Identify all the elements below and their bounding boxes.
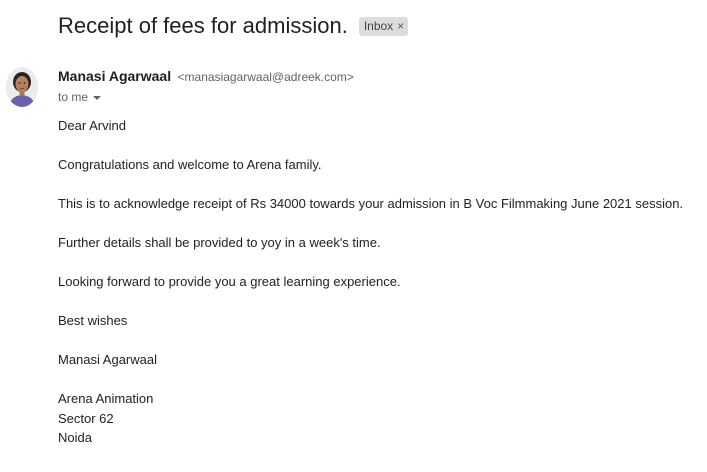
body-paragraph: Further details shall be provided to yoy… bbox=[58, 235, 381, 250]
chevron-down-icon[interactable] bbox=[93, 95, 102, 100]
inbox-label-text: Inbox bbox=[363, 18, 394, 33]
greeting: Dear Arvind bbox=[58, 118, 126, 133]
signature-line: Arena Animation bbox=[58, 391, 154, 406]
body-paragraph: This is to acknowledge receipt of Rs 340… bbox=[58, 196, 684, 211]
signature-line: Sector 62 bbox=[58, 410, 114, 426]
signature-line: Noida bbox=[58, 430, 92, 445]
recipient-details-toggle[interactable]: to me bbox=[58, 90, 102, 104]
inbox-label-chip[interactable]: Inbox × bbox=[358, 16, 409, 36]
avatar-photo bbox=[6, 67, 38, 107]
body-paragraph: Looking forward to provide you a great l… bbox=[58, 274, 401, 289]
sender-avatar[interactable] bbox=[6, 67, 38, 107]
body-paragraph: Congratulations and welcome to Arena fam… bbox=[58, 157, 322, 172]
sender-line: Manasi Agarwaal <manasiagarwaal@adreek.c… bbox=[58, 68, 354, 86]
closing: Best wishes bbox=[58, 313, 128, 328]
recipient-label: to me bbox=[58, 90, 89, 104]
signature-name: Manasi Agarwaal bbox=[58, 352, 157, 367]
close-icon[interactable]: × bbox=[397, 17, 404, 36]
email-subject: Receipt of fees for admission. bbox=[58, 13, 348, 38]
sender-name[interactable]: Manasi Agarwaal bbox=[58, 68, 171, 84]
subject-header: Receipt of fees for admission. Inbox × bbox=[58, 10, 409, 42]
email-body: Dear Arvind Congratulations and welcome … bbox=[58, 116, 683, 448]
sender-email: <manasiagarwaal@adreek.com> bbox=[177, 70, 354, 84]
